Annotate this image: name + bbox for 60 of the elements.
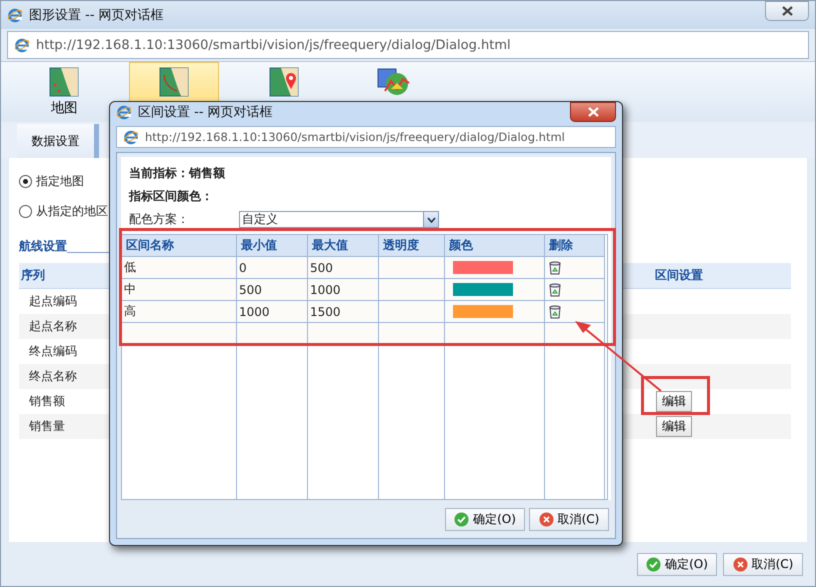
url-text: http://192.168.1.10:13060/smartbi/vision/js/freequery/dialog/Dialog.html <box>145 130 565 144</box>
cancel-button[interactable]: 取消(C) <box>723 552 803 576</box>
table-cell: 中 <box>122 279 237 301</box>
trash-icon[interactable] <box>549 260 561 274</box>
color-swatch[interactable] <box>453 261 513 274</box>
check-icon <box>454 512 470 526</box>
close-icon <box>782 6 792 16</box>
chart-icon <box>377 67 411 97</box>
toolbar-item[interactable]: 地图 <box>19 62 109 122</box>
edit-button[interactable]: 编辑 <box>656 391 692 412</box>
table-cell: 1500 <box>308 301 379 323</box>
table-cell: 1000 <box>237 301 308 323</box>
cancel-icon <box>538 512 554 526</box>
column-header: 透明度 <box>379 235 445 257</box>
browser-icon <box>14 37 30 53</box>
section-title: 航线设置 <box>19 238 67 255</box>
radio-label: 从指定的地区 <box>36 202 108 220</box>
ok-button[interactable]: 确定(O) <box>637 552 717 576</box>
browser-icon <box>116 104 132 120</box>
map-icon <box>49 67 79 97</box>
browser-icon <box>7 7 23 23</box>
close-button[interactable] <box>570 102 616 122</box>
url-text: http://192.168.1.10:13060/smartbi/vision/js/freequery/dialog/Dialog.html <box>36 38 511 52</box>
close-button[interactable] <box>765 1 809 21</box>
radio-button[interactable] <box>19 174 32 188</box>
table-cell: 0 <box>237 257 308 279</box>
column-header: 最大值 <box>308 235 379 257</box>
column-header: 颜色 <box>445 235 545 257</box>
table-cell: 高 <box>122 301 237 323</box>
table-cell: 1000 <box>308 279 379 301</box>
cancel-button[interactable]: 取消(C) <box>529 508 609 530</box>
window-title: 图形设置 -- 网页对话框 <box>29 7 165 24</box>
table-cell: 低 <box>122 257 237 279</box>
scheme-label: 配色方案： <box>129 211 190 228</box>
ok-button[interactable]: 确定(O) <box>445 508 525 530</box>
radio-label: 指定地图 <box>36 172 84 190</box>
edit-button[interactable]: 编辑 <box>656 416 692 437</box>
tab[interactable]: 数据设置 <box>17 124 99 158</box>
map-pin-icon <box>269 67 299 97</box>
color-swatch[interactable] <box>453 305 513 318</box>
table-cell: 500 <box>308 257 379 279</box>
cancel-icon <box>732 556 748 572</box>
range-color-label: 指标区间颜色： <box>129 188 214 205</box>
trash-icon[interactable] <box>549 304 561 318</box>
dialog-title: 区间设置 -- 网页对话框 <box>138 104 274 122</box>
column-header: 删除 <box>545 235 605 257</box>
radio-button[interactable] <box>19 204 32 218</box>
color-swatch[interactable] <box>453 283 513 296</box>
column-header: 区间设置 <box>653 263 791 289</box>
check-icon <box>646 556 662 572</box>
current-indicator: 当前指标：销售额 <box>129 165 226 182</box>
column-header: 最小值 <box>237 235 308 257</box>
caret-icon <box>426 216 436 222</box>
browser-icon <box>123 128 139 145</box>
scheme-dropdown[interactable]: 自定义 <box>239 211 439 228</box>
table-cell: 500 <box>237 279 308 301</box>
trash-icon[interactable] <box>549 282 561 296</box>
close-icon <box>588 107 598 117</box>
map-route-icon <box>159 67 189 97</box>
column-header: 区间名称 <box>122 235 237 257</box>
